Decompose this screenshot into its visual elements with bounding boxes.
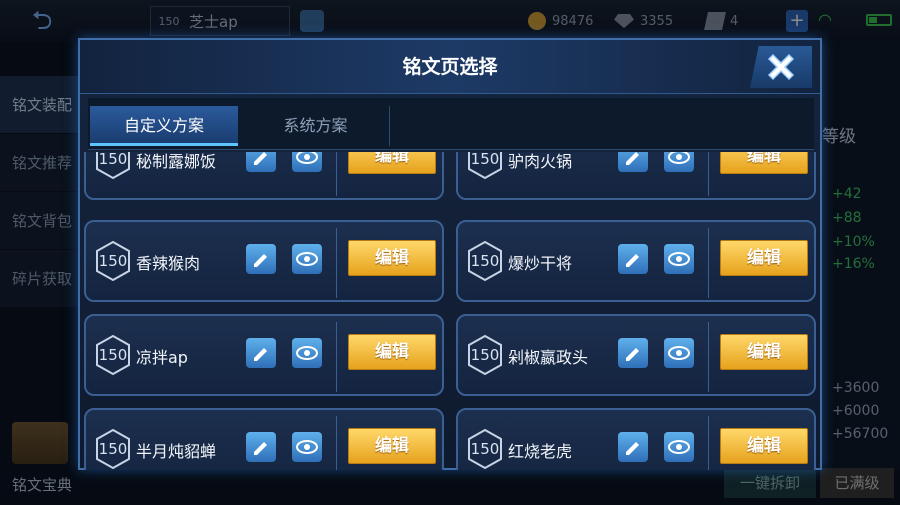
eye-icon — [668, 346, 690, 360]
page-name: 香辣猴肉 — [136, 254, 201, 273]
pencil-icon — [254, 254, 267, 267]
rename-button[interactable] — [618, 152, 648, 172]
divider — [708, 228, 709, 298]
edit-button[interactable]: 编辑 — [348, 428, 436, 464]
page-name: 秘制露娜饭 — [136, 152, 217, 171]
preview-button[interactable] — [664, 244, 694, 274]
eye-icon — [296, 152, 318, 164]
rename-button[interactable] — [246, 152, 276, 172]
edit-button[interactable]: 编辑 — [720, 152, 808, 174]
pencil-icon — [254, 442, 267, 455]
eye-icon — [668, 252, 690, 266]
inscription-page-card[interactable]: 150 香辣猴肉 编辑 — [84, 220, 444, 302]
inscription-page-list[interactable]: 150 秘制露娜饭 编辑 150 驴肉火锅 编辑 150 香辣猴肉 编辑 150… — [80, 152, 820, 470]
rename-button[interactable] — [618, 432, 648, 462]
preview-button[interactable] — [664, 152, 694, 172]
preview-button[interactable] — [292, 432, 322, 462]
pencil-icon — [254, 348, 267, 361]
pencil-icon — [626, 348, 639, 361]
page-level: 150 — [98, 346, 128, 364]
rename-button[interactable] — [246, 432, 276, 462]
tab-bar: 自定义方案 系统方案 — [88, 98, 814, 150]
edit-button[interactable]: 编辑 — [348, 152, 436, 174]
page-name: 红烧老虎 — [508, 442, 573, 461]
rename-button[interactable] — [246, 338, 276, 368]
rename-button[interactable] — [618, 338, 648, 368]
inscription-page-card[interactable]: 150 驴肉火锅 编辑 — [456, 152, 816, 200]
pencil-icon — [254, 152, 267, 165]
edit-button[interactable]: 编辑 — [348, 240, 436, 276]
page-level: 150 — [470, 252, 500, 270]
preview-button[interactable] — [664, 338, 694, 368]
edit-button[interactable]: 编辑 — [720, 240, 808, 276]
eye-icon — [296, 252, 318, 266]
page-name: 驴肉火锅 — [508, 152, 573, 171]
page-level: 150 — [470, 346, 500, 364]
tab-custom[interactable]: 自定义方案 — [90, 106, 238, 146]
divider — [336, 416, 337, 470]
close-button[interactable] — [750, 46, 812, 88]
inscription-page-card[interactable]: 150 半月炖貂蝉 编辑 — [84, 408, 444, 470]
preview-button[interactable] — [292, 244, 322, 274]
inscription-page-card[interactable]: 150 凉拌ap 编辑 — [84, 314, 444, 396]
inscription-page-select-dialog: 铭文页选择 自定义方案 系统方案 150 秘制露娜饭 编辑 150 驴肉火锅 编… — [78, 38, 822, 470]
pencil-icon — [626, 152, 639, 165]
page-level: 150 — [98, 440, 128, 458]
inscription-page-card[interactable]: 150 剁椒嬴政头 编辑 — [456, 314, 816, 396]
eye-icon — [296, 440, 318, 454]
page-name: 凉拌ap — [136, 348, 188, 367]
inscription-page-card[interactable]: 150 秘制露娜饭 编辑 — [84, 152, 444, 200]
divider — [708, 322, 709, 392]
page-name: 剁椒嬴政头 — [508, 348, 589, 367]
divider — [336, 228, 337, 298]
eye-icon — [668, 152, 690, 164]
divider — [336, 152, 337, 196]
page-level: 150 — [98, 152, 128, 168]
divider — [708, 416, 709, 470]
edit-button[interactable]: 编辑 — [720, 428, 808, 464]
inscription-page-card[interactable]: 150 爆炒干将 编辑 — [456, 220, 816, 302]
pencil-icon — [626, 442, 639, 455]
eye-icon — [668, 440, 690, 454]
preview-button[interactable] — [292, 152, 322, 172]
page-level: 150 — [470, 152, 500, 168]
eye-icon — [296, 346, 318, 360]
page-name: 爆炒干将 — [508, 254, 573, 273]
dialog-title: 铭文页选择 — [402, 56, 498, 78]
inscription-page-card[interactable]: 150 红烧老虎 编辑 — [456, 408, 816, 470]
rename-button[interactable] — [618, 244, 648, 274]
pencil-icon — [626, 254, 639, 267]
page-level: 150 — [470, 440, 500, 458]
preview-button[interactable] — [292, 338, 322, 368]
edit-button[interactable]: 编辑 — [348, 334, 436, 370]
page-name: 半月炖貂蝉 — [136, 442, 217, 461]
tab-system[interactable]: 系统方案 — [242, 106, 390, 146]
close-icon — [767, 53, 795, 81]
preview-button[interactable] — [664, 432, 694, 462]
divider — [708, 152, 709, 196]
edit-button[interactable]: 编辑 — [720, 334, 808, 370]
rename-button[interactable] — [246, 244, 276, 274]
page-level: 150 — [98, 252, 128, 270]
divider — [336, 322, 337, 392]
